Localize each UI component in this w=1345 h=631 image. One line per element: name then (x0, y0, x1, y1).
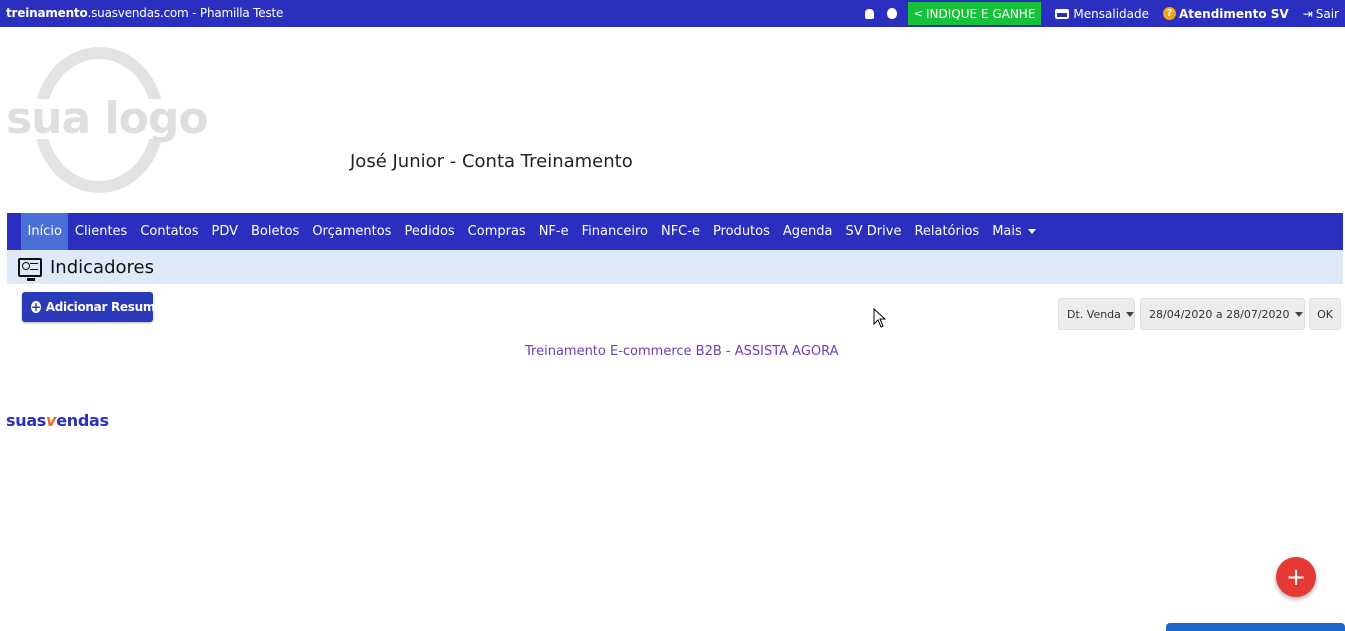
nav-item-label: Financeiro (581, 224, 648, 239)
nav-item-agenda[interactable]: Agenda (776, 213, 839, 250)
nav-item-label: Produtos (712, 224, 770, 239)
site-subdomain: treinamento (6, 6, 88, 20)
nav-item-label: Relatórios (914, 224, 980, 239)
top-bar: treinamento.suasvendas.com - Phamilla Te… (0, 0, 1345, 27)
adicionar-resumo-label: Adicionar Resumo (45, 300, 164, 314)
ok-button[interactable]: OK (1309, 298, 1341, 330)
date-range-label: 28/04/2020 a 28/07/2020 (1149, 307, 1290, 321)
indicadores-header: Indicadores (7, 250, 1343, 284)
mensalidade-link[interactable]: Mensalidade (1055, 7, 1149, 21)
share-icon: < (913, 7, 923, 20)
sign-out-icon: ⇥ (1302, 6, 1313, 21)
dashboard-monitor-icon (18, 257, 42, 281)
apple-icon[interactable] (886, 8, 898, 20)
date-range-dropdown[interactable]: 28/04/2020 a 28/07/2020 (1140, 298, 1305, 330)
nav-item-compras[interactable]: Compras (461, 213, 532, 250)
nav-item-label: Contatos (140, 224, 199, 239)
account-title: José Junior - Conta Treinamento (350, 151, 633, 172)
nav-item-pedidos[interactable]: Pedidos (398, 213, 461, 250)
atendimento-label: Atendimento SV (1179, 6, 1289, 21)
chat-widget-tab[interactable] (1166, 623, 1345, 631)
nav-item-mais[interactable]: Mais (986, 213, 1043, 250)
nav-item-label: Orçamentos (312, 224, 392, 239)
question-circle-icon: ? (1163, 7, 1176, 20)
section-title: Indicadores (50, 256, 154, 278)
brand-part-2: v (46, 411, 57, 430)
sair-link[interactable]: ⇥ Sair (1303, 7, 1339, 21)
nav-item-financeiro[interactable]: Financeiro (575, 213, 654, 250)
nav-item-label: PDV (211, 224, 238, 239)
brand-part-1: suas (6, 411, 47, 430)
nav-item-label: Agenda (782, 224, 833, 239)
floating-add-button[interactable]: + (1276, 557, 1316, 597)
nav-item-label: NFC-e (660, 224, 700, 239)
indique-label: INDIQUE E GANHE (926, 6, 1036, 21)
site-info: treinamento.suasvendas.com - Phamilla Te… (6, 6, 283, 20)
plus-circle-icon: + (31, 300, 41, 314)
main-nav: Início Clientes Contatos PDV Boletos Orçament… (7, 213, 1343, 250)
date-type-label: Dt. Venda (1067, 307, 1121, 321)
nav-item-label: NF-e (538, 224, 569, 239)
current-user: Phamilla Teste (199, 6, 284, 20)
nav-item-nf-e[interactable]: NF-e (532, 213, 575, 250)
nav-item-label: Mais (992, 224, 1022, 239)
mouse-cursor-icon (873, 308, 887, 328)
nav-item-label: Compras (467, 224, 526, 239)
nav-item-label: Início (27, 224, 62, 239)
brand-logo: suasvendas (6, 411, 109, 430)
top-bar-actions: < INDIQUE E GANHE Mensalidade ? Atendime… (864, 0, 1339, 27)
nav-item-sv-drive[interactable]: SV Drive (839, 213, 908, 250)
atendimento-link[interactable]: ? Atendimento SV (1163, 7, 1289, 21)
nav-item-label: Clientes (74, 224, 128, 239)
ok-label: OK (1317, 307, 1333, 321)
mensalidade-label: Mensalidade (1073, 6, 1149, 21)
brand-part-3: endas (56, 411, 109, 430)
nav-item-orcamentos[interactable]: Orçamentos (306, 213, 398, 250)
nav-item-inicio[interactable]: Início (21, 213, 69, 250)
nav-item-contatos[interactable]: Contatos (134, 213, 205, 250)
nav-item-pdv[interactable]: PDV (205, 213, 245, 250)
nav-item-label: Boletos (251, 224, 300, 239)
company-logo: sua logo (6, 47, 209, 193)
nav-item-label: SV Drive (845, 224, 902, 239)
training-link[interactable]: Treinamento E-commerce B2B - ASSISTA AGO… (525, 344, 839, 359)
caret-down-icon (1027, 229, 1036, 234)
nav-item-relatorios[interactable]: Relatórios (908, 213, 986, 250)
nav-item-clientes[interactable]: Clientes (68, 213, 133, 250)
caret-down-icon (1125, 311, 1134, 317)
date-type-dropdown[interactable]: Dt. Venda (1058, 298, 1135, 330)
nav-item-produtos[interactable]: Produtos (706, 213, 776, 250)
indique-e-ganhe-button[interactable]: < INDIQUE E GANHE (907, 2, 1042, 25)
plus-icon: + (1285, 563, 1307, 591)
site-separator: - (188, 6, 200, 20)
caret-down-icon (1294, 311, 1303, 317)
logo-text: sua logo (6, 93, 209, 144)
nav-item-nfc-e[interactable]: NFC-e (654, 213, 706, 250)
credit-card-icon (1055, 8, 1070, 19)
nav-item-boletos[interactable]: Boletos (245, 213, 306, 250)
adicionar-resumo-button[interactable]: + Adicionar Resumo (22, 292, 163, 322)
sair-label: Sair (1315, 6, 1339, 21)
nav-item-label: Pedidos (404, 224, 455, 239)
site-domain: .suasvendas.com (87, 6, 189, 20)
android-icon[interactable] (864, 8, 876, 20)
